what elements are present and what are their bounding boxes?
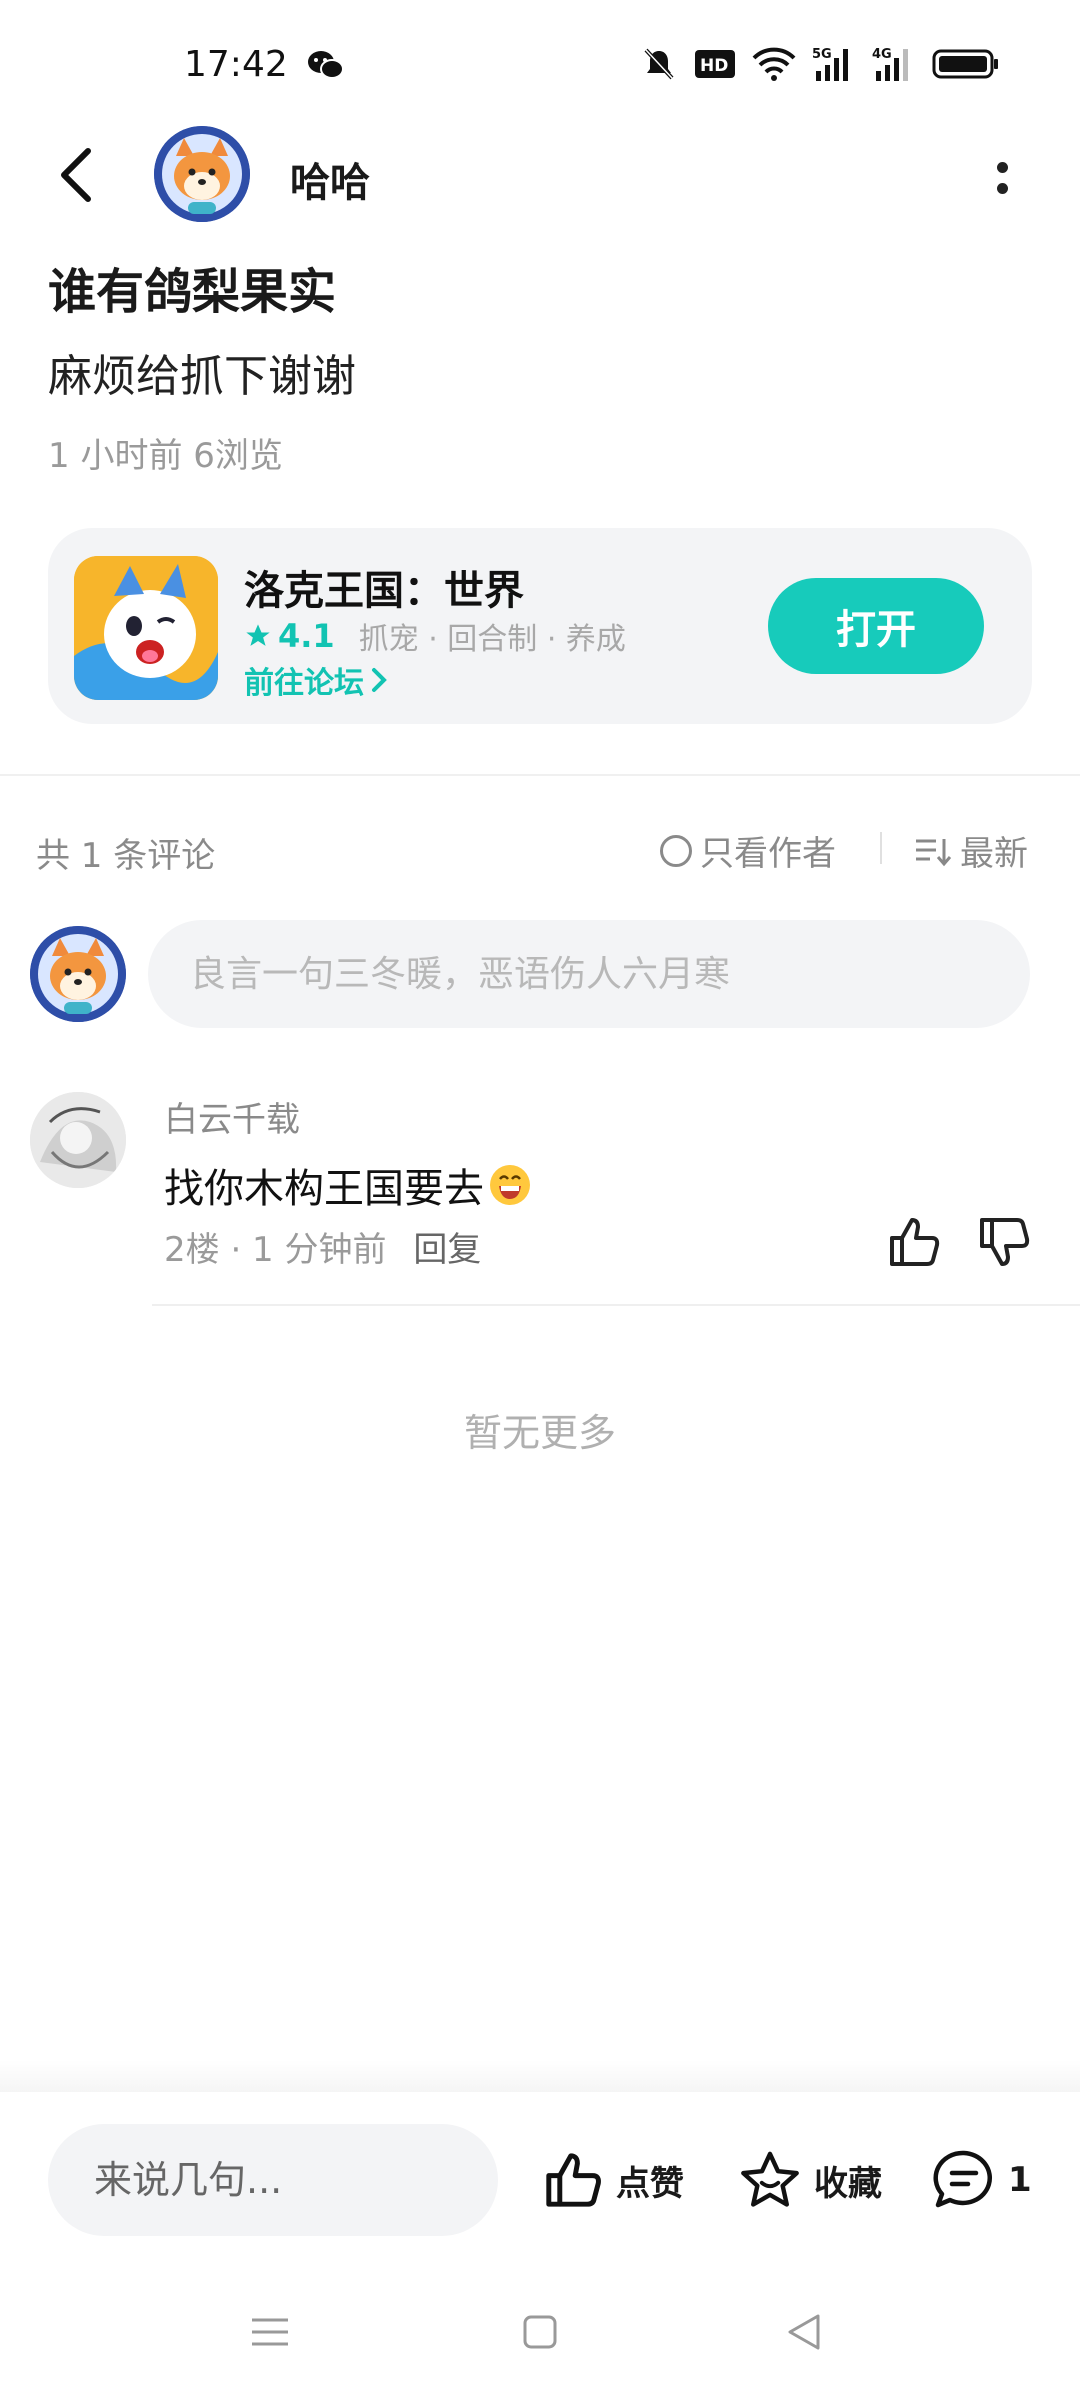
comment-floor-time: 2楼 · 1 分钟前 <box>164 1230 387 1270</box>
game-icon[interactable] <box>74 556 218 700</box>
favorite-button[interactable]: 收藏 <box>736 2140 882 2220</box>
game-rating: 4.1 抓宠 · 回合制 · 养成 <box>244 614 626 658</box>
back-icon <box>61 148 91 202</box>
open-game-button[interactable]: 打开 <box>768 578 984 674</box>
svg-text:5G: 5G <box>812 47 832 62</box>
wifi-icon <box>752 47 796 81</box>
no-more-label: 暂无更多 <box>463 1411 616 1455</box>
circle-icon <box>660 834 692 867</box>
vertical-separator <box>880 832 882 864</box>
say-input[interactable] <box>48 2157 476 2203</box>
more-icon-dot <box>996 183 1008 194</box>
reply-button[interactable]: 回复 <box>413 1230 481 1270</box>
section-divider <box>0 774 1080 776</box>
nav-menu-icon[interactable] <box>250 2312 290 2352</box>
svg-text:4G: 4G <box>872 47 892 62</box>
forum-link[interactable]: 前往论坛 <box>244 658 388 702</box>
signal-5g-icon: 5G <box>812 47 848 81</box>
thumb-up-icon[interactable] <box>884 1214 944 1270</box>
comment-input[interactable] <box>148 952 992 996</box>
nav-back-icon[interactable] <box>784 2312 824 2352</box>
chevron-right-icon <box>372 668 387 692</box>
grin-emoji-icon <box>490 1165 530 1205</box>
comments-button[interactable]: 1 <box>930 2140 1032 2220</box>
favorite-label: 收藏 <box>814 2163 882 2204</box>
say-input-box[interactable] <box>48 2124 498 2236</box>
post-title: 谁有鸽梨果实 <box>48 264 337 320</box>
author-avatar[interactable] <box>154 126 250 222</box>
shiba-avatar-icon <box>30 926 126 1022</box>
game-tags: 抓宠 · 回合制 · 养成 <box>358 622 626 657</box>
sort-latest-label: 最新 <box>960 834 1028 874</box>
status-time: 17:42 <box>184 44 288 85</box>
only-author-toggle[interactable]: 只看作者 <box>660 826 836 875</box>
only-author-label: 只看作者 <box>700 834 836 874</box>
comment-input-box[interactable] <box>148 920 1030 1028</box>
game-rating-value: 4.1 <box>278 617 335 655</box>
bottom-shadow <box>0 2060 1080 2092</box>
nav-home-icon[interactable] <box>522 2314 558 2350</box>
game-name[interactable]: 洛克王国：世界 <box>244 558 524 616</box>
star-outline-icon <box>741 2151 799 2207</box>
status-icons: HD 5G 4G <box>640 44 1000 84</box>
comment-meta: 2楼 · 1 分钟前 回复 <box>164 1222 481 1271</box>
back-button[interactable] <box>46 140 106 210</box>
forum-link-label: 前往论坛 <box>244 666 364 701</box>
signal-4g-icon: 4G <box>872 47 908 81</box>
sort-icon <box>916 838 952 866</box>
sort-latest-button[interactable]: 最新 <box>914 826 1028 875</box>
more-button[interactable] <box>980 148 1024 208</box>
commenter-name[interactable]: 白云千载 <box>164 1092 300 1141</box>
comment-text-content: 找你木构王国要去 <box>164 1166 484 1212</box>
thumb-down-icon[interactable] <box>974 1214 1034 1270</box>
comment-count: 1 <box>1008 2160 1032 2200</box>
more-icon <box>996 162 1008 173</box>
mute-bell-icon <box>644 48 674 80</box>
star-icon <box>246 624 270 646</box>
post-body: 麻烦给抓下谢谢 <box>48 351 356 402</box>
like-post-button[interactable]: 点赞 <box>540 2140 684 2220</box>
comment-icon <box>933 2150 993 2208</box>
comment-divider <box>152 1304 1080 1306</box>
author-name[interactable]: 哈哈 <box>290 150 370 208</box>
commenter-avatar-image <box>30 1092 126 1188</box>
svg-text:HD: HD <box>700 56 728 76</box>
battery-icon <box>932 49 998 79</box>
thumb-up-icon <box>546 2153 601 2207</box>
wechat-notification-icon <box>308 51 344 79</box>
like-label: 点赞 <box>616 2163 684 2204</box>
commenter-avatar[interactable] <box>30 1092 126 1188</box>
shiba-avatar-icon <box>154 126 250 222</box>
post-meta: 1 小时前 6浏览 <box>48 436 283 476</box>
game-mascot-icon <box>74 556 218 700</box>
my-avatar <box>30 926 126 1022</box>
comment-text: 找你木构王国要去 <box>164 1156 532 1214</box>
hd-icon: HD <box>695 50 735 78</box>
comments-count: 共 1 条评论 <box>36 836 216 876</box>
